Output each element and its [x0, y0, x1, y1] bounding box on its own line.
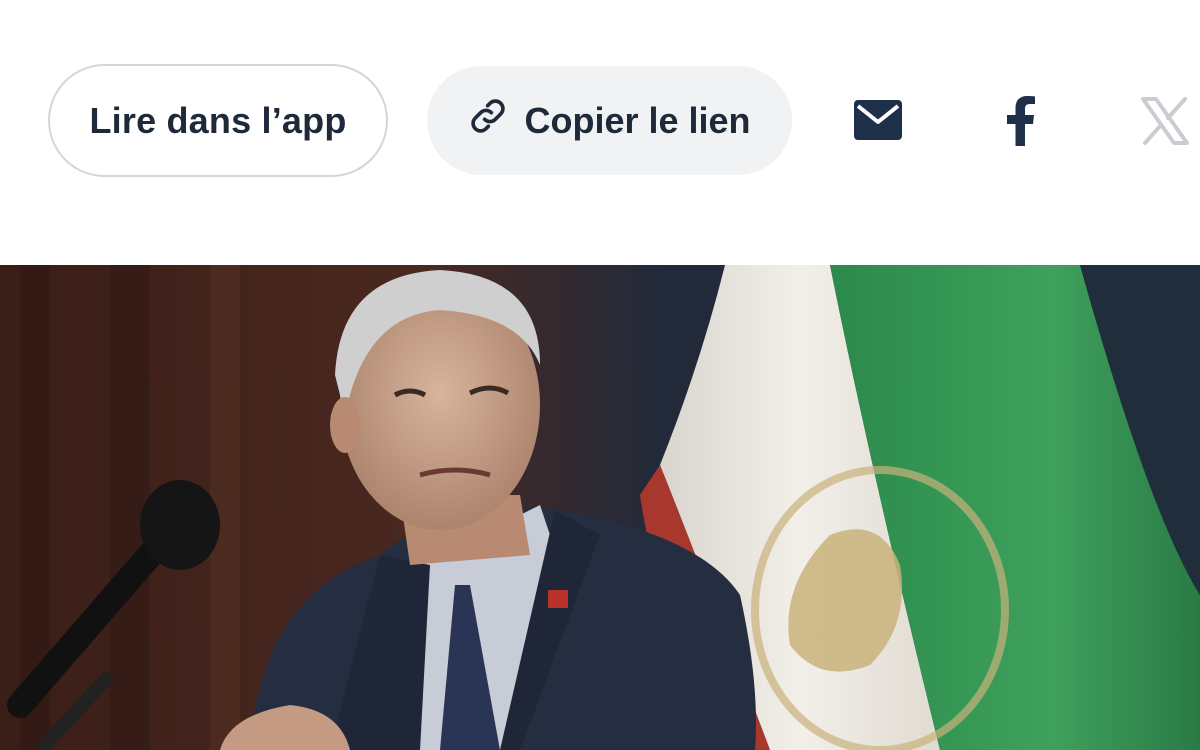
x-icon[interactable] [1140, 96, 1190, 146]
read-in-app-label: Lire dans l’app [89, 99, 347, 141]
facebook-icon[interactable] [1002, 96, 1038, 146]
copy-link-label: Copier le lien [524, 99, 751, 141]
copy-link-button[interactable]: Copier le lien [427, 66, 792, 175]
photo-man-at-microphone-with-flag [0, 265, 1200, 750]
mail-icon[interactable] [854, 100, 902, 140]
share-bar: Lire dans l’app Copier le lien [0, 0, 1200, 265]
hero-photo [0, 265, 1200, 750]
link-icon [468, 96, 508, 145]
read-in-app-button[interactable]: Lire dans l’app [48, 64, 388, 177]
